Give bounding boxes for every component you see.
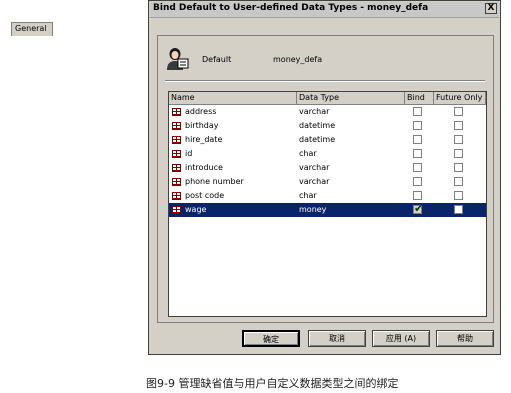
- future-only-checkbox[interactable]: [454, 191, 463, 200]
- column-header-bind[interactable]: Bind: [405, 92, 434, 104]
- row-data-type: datetime: [299, 135, 336, 144]
- column-header-data-type[interactable]: Data Type: [297, 92, 405, 104]
- person-with-document-icon: [167, 48, 189, 70]
- divider: [165, 80, 485, 82]
- grid-header: Name Data Type Bind Future Only: [169, 92, 486, 105]
- table-row[interactable]: id char: [169, 147, 486, 161]
- ok-button[interactable]: 确定: [242, 330, 300, 347]
- datatype-icon: [172, 178, 181, 186]
- row-data-type: char: [299, 191, 317, 200]
- row-data-type: datetime: [299, 121, 336, 130]
- table-row[interactable]: birthday datetime: [169, 119, 486, 133]
- row-name: introduce: [185, 163, 223, 172]
- default-label: Default: [202, 55, 232, 64]
- future-only-checkbox[interactable]: [454, 149, 463, 158]
- future-only-checkbox[interactable]: [454, 107, 463, 116]
- row-data-type: money: [299, 205, 327, 214]
- help-button[interactable]: 帮助: [436, 330, 494, 347]
- future-only-checkbox[interactable]: [454, 135, 463, 144]
- future-only-checkbox[interactable]: [454, 121, 463, 130]
- row-name: id: [185, 149, 193, 158]
- datatype-icon: [172, 206, 181, 214]
- row-name: hire_date: [185, 135, 223, 144]
- datatype-icon: [172, 122, 181, 130]
- table-row[interactable]: address varchar: [169, 105, 486, 119]
- bind-checkbox[interactable]: [413, 177, 422, 186]
- datatype-icon: [172, 136, 181, 144]
- table-row[interactable]: phone number varchar: [169, 175, 486, 189]
- row-name: post code: [185, 191, 225, 200]
- bind-checkbox[interactable]: [413, 191, 422, 200]
- row-data-type: char: [299, 149, 317, 158]
- bind-checkbox[interactable]: [413, 163, 422, 172]
- datatype-icon: [172, 164, 181, 172]
- row-data-type: varchar: [299, 107, 330, 116]
- row-name: birthday: [185, 121, 219, 130]
- bind-checkbox[interactable]: ✔: [413, 202, 424, 215]
- future-only-checkbox[interactable]: [454, 163, 463, 172]
- row-data-type: varchar: [299, 177, 330, 186]
- row-name: wage: [185, 205, 207, 214]
- datatype-icon: [172, 192, 181, 200]
- bind-checkbox[interactable]: [413, 149, 422, 158]
- bind-checkbox[interactable]: [413, 107, 422, 116]
- future-only-checkbox[interactable]: [454, 177, 463, 186]
- table-row[interactable]: wage money ✔: [169, 203, 486, 217]
- future-only-checkbox[interactable]: [454, 205, 463, 214]
- figure-caption: 图9-9 管理缺省值与用户自定义数据类型之间的绑定: [146, 377, 399, 390]
- cancel-button[interactable]: 取消: [308, 330, 366, 347]
- bind-checkbox[interactable]: [413, 135, 422, 144]
- datatype-icon: [172, 108, 181, 116]
- column-header-future-only[interactable]: Future Only: [434, 92, 486, 104]
- column-header-name[interactable]: Name: [169, 92, 297, 104]
- datatype-grid: Name Data Type Bind Future Only address v…: [168, 91, 487, 317]
- tab-general[interactable]: General: [11, 22, 53, 36]
- row-name: phone number: [185, 177, 244, 186]
- table-row[interactable]: introduce varchar: [169, 161, 486, 175]
- datatype-icon: [172, 150, 181, 158]
- row-name: address: [185, 107, 217, 116]
- table-row[interactable]: post code char: [169, 189, 486, 203]
- checkmark-icon: ✔: [414, 202, 424, 215]
- bind-checkbox[interactable]: [413, 121, 422, 130]
- apply-button[interactable]: 应用 (A): [372, 330, 430, 347]
- default-value: money_defa: [273, 55, 323, 64]
- row-data-type: varchar: [299, 163, 330, 172]
- table-row[interactable]: hire_date datetime: [169, 133, 486, 147]
